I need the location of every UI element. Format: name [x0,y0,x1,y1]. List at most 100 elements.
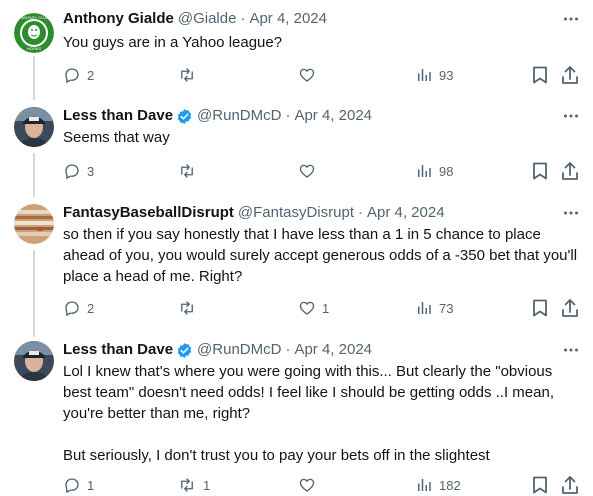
avatar-logo-text: FANTASY CLUB [19,15,49,20]
avatar[interactable]: FANTASY CLUB HOOKS [14,13,54,53]
views-button[interactable]: 93 [415,64,453,86]
retweet-icon [181,478,193,492]
avatar-logo-subtext: HOOKS [27,46,42,51]
reply-count: 1 [87,477,95,493]
user-handle[interactable]: @FantasyDisrupt [238,202,354,224]
user-handle[interactable]: @RunDMcD [197,105,281,127]
tweet-actions: 2 1 73 [63,297,583,319]
tweet-paragraph: so then if you say honestly that I have … [63,226,578,285]
user-handle[interactable]: @RunDMcD [197,339,281,361]
tweet-text: Seems that way [63,127,578,148]
reply-button[interactable]: 2 [63,64,94,86]
views-chart-icon [418,479,431,491]
separator-dot: · [240,10,246,27]
heart-icon [299,164,315,178]
tweet-date[interactable]: Apr 4, 2024 [249,8,327,30]
views-chart-icon [418,69,431,81]
avatar[interactable] [14,107,54,147]
bookmark-icon[interactable] [532,299,548,317]
tweet[interactable]: Less than Dave @RunDMcD · Apr 4, 2024 Lo… [0,339,593,495]
bookmark-icon[interactable] [532,66,548,84]
views-button[interactable]: 73 [415,297,453,319]
display-name[interactable]: FantasyBaseballDisrupt [63,202,234,224]
tweet-header: Anthony Gialde @Gialde · Apr 4, 2024 [63,8,327,30]
tweet-actions: 2 93 [63,64,583,86]
heart-icon [299,301,315,315]
jupiter-planet-photo [14,204,54,244]
tweet-paragraph: Lol I knew that's where you were going w… [63,363,555,422]
like-button[interactable] [298,160,322,182]
tweet[interactable]: Less than Dave @RunDMcD · Apr 4, 2024 Se… [0,105,593,189]
tweet-paragraph: You guys are in a Yahoo league? [63,34,283,51]
more-options-icon[interactable] [562,204,580,222]
reply-count: 3 [87,163,95,179]
tweet-paragraph: But seriously, I don't trust you to pay … [63,447,490,464]
reply-button[interactable]: 2 [63,297,94,319]
tweet-header: Less than Dave @RunDMcD · Apr 4, 2024 [63,105,372,127]
avatar[interactable] [14,341,54,381]
views-chart-icon [418,165,431,177]
view-count: 73 [439,300,454,316]
tweet-actions: 1 1 182 [63,474,583,496]
tweet-text: You guys are in a Yahoo league? [63,32,578,53]
more-options-icon[interactable] [562,107,580,125]
like-button[interactable] [298,64,322,86]
retweet-count: 1 [203,477,211,493]
separator-dot: · [285,107,291,124]
avatar[interactable] [14,204,54,244]
share-icon[interactable] [561,298,579,318]
retweet-button[interactable] [177,64,203,86]
tweet[interactable]: FANTASY CLUB HOOKS Anthony Gialde @Giald… [0,8,593,92]
retweet-button[interactable]: 1 [177,474,210,496]
tweet-text: so then if you say honestly that I have … [63,224,578,287]
tweet-header: Less than Dave @RunDMcD · Apr 4, 2024 [63,339,372,361]
reply-button[interactable]: 3 [63,160,94,182]
heart-icon [299,68,315,82]
tweet[interactable]: FantasyBaseballDisrupt @FantasyDisrupt ·… [0,202,593,330]
retweet-button[interactable] [177,160,203,182]
reply-icon [65,164,79,179]
reply-count: 2 [87,300,95,316]
share-icon[interactable] [561,161,579,181]
tweet-actions: 3 98 [63,160,583,182]
view-count: 93 [439,67,454,83]
share-icon[interactable] [561,65,579,85]
tweet-date[interactable]: Apr 4, 2024 [294,339,372,361]
man-with-cap-photo [14,341,54,381]
reply-button[interactable]: 1 [63,474,94,496]
share-icon[interactable] [561,475,579,495]
retweet-icon [181,68,193,82]
views-button[interactable]: 98 [415,160,453,182]
reply-icon [65,301,79,316]
verified-badge-icon[interactable] [176,108,193,125]
bookmark-icon[interactable] [532,162,548,180]
reply-icon [65,478,79,493]
user-handle[interactable]: @Gialde [178,8,237,30]
view-count: 98 [439,163,454,179]
more-options-icon[interactable] [562,10,580,28]
retweet-icon [181,164,193,178]
views-chart-icon [418,302,431,314]
like-button[interactable] [298,474,322,496]
reply-count: 2 [87,67,95,83]
display-name[interactable]: Anthony Gialde [63,8,174,30]
tweet-date[interactable]: Apr 4, 2024 [367,202,445,224]
tweet-text: Lol I knew that's where you were going w… [63,361,578,466]
view-count: 182 [439,477,461,493]
separator-dot: · [358,204,363,221]
tweet-header: FantasyBaseballDisrupt @FantasyDisrupt ·… [63,202,445,224]
display-name[interactable]: Less than Dave [63,339,173,361]
bookmark-icon[interactable] [532,476,548,494]
display-name[interactable]: Less than Dave [63,105,173,127]
separator-dot: · [285,341,291,358]
reply-icon [65,68,79,83]
fantasy-club-logo-icon: FANTASY CLUB HOOKS [14,13,54,53]
views-button[interactable]: 182 [415,474,461,496]
tweet-date[interactable]: Apr 4, 2024 [294,105,372,127]
retweet-icon [181,301,193,315]
like-count: 1 [322,300,330,316]
like-button[interactable]: 1 [298,297,329,319]
retweet-button[interactable] [177,297,203,319]
more-options-icon[interactable] [562,341,580,359]
verified-badge-icon[interactable] [176,342,193,359]
